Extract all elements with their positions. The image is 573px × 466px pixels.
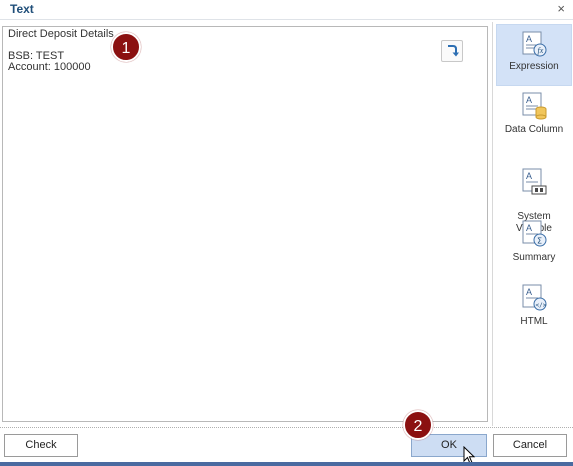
wrap-button[interactable] (441, 40, 463, 62)
dialog-title: Text (10, 2, 34, 16)
expression-editor[interactable]: Direct Deposit Details BSB: TEST Account… (2, 26, 488, 422)
sidebar-item-label: Data Column (504, 124, 564, 135)
sidebar-item-label: Expression (509, 61, 559, 72)
footer-divider (0, 427, 573, 428)
sidebar-item-expression[interactable]: A fx Expression (496, 24, 572, 86)
svg-text:Σ: Σ (537, 237, 542, 246)
callout-badge-1: 1 (111, 32, 141, 62)
callout-badge-2: 2 (403, 410, 433, 440)
sidebar-item-label: Summary (512, 252, 556, 263)
svg-text:A: A (526, 287, 532, 297)
insert-sidebar: A fx Expression A Data Column A System A… (492, 22, 573, 426)
text-dialog: Text × Direct Deposit Details BSB: TEST … (0, 0, 573, 466)
system-variable-icon: A (522, 168, 547, 195)
sidebar-item-html[interactable]: A </> HTML (496, 284, 572, 334)
editor-content[interactable]: Direct Deposit Details BSB: TEST Account… (8, 29, 114, 73)
sidebar-item-system-variable[interactable]: A System Variable (496, 156, 572, 234)
check-button[interactable]: Check (4, 434, 78, 457)
svg-text:A: A (526, 171, 532, 181)
svg-text:</>: </> (536, 302, 547, 309)
svg-text:A: A (526, 34, 532, 44)
sidebar-item-summary[interactable]: A Σ Summary (496, 220, 572, 270)
data-column-icon: A (522, 92, 547, 120)
sidebar-item-label: HTML (520, 316, 548, 327)
html-icon: A </> (522, 284, 547, 311)
close-icon[interactable]: × (557, 1, 565, 17)
window-bottom-edge (0, 462, 573, 466)
cancel-button[interactable]: Cancel (493, 434, 567, 457)
svg-text:A: A (526, 223, 532, 233)
expression-icon: A fx (522, 31, 547, 57)
svg-text:fx: fx (538, 46, 544, 55)
sidebar-item-data-column[interactable]: A Data Column (496, 92, 572, 142)
summary-icon: A Σ (522, 220, 547, 247)
wrap-arrow-icon (448, 45, 459, 57)
svg-text:A: A (526, 95, 532, 105)
dialog-titlebar: Text × (0, 0, 573, 20)
